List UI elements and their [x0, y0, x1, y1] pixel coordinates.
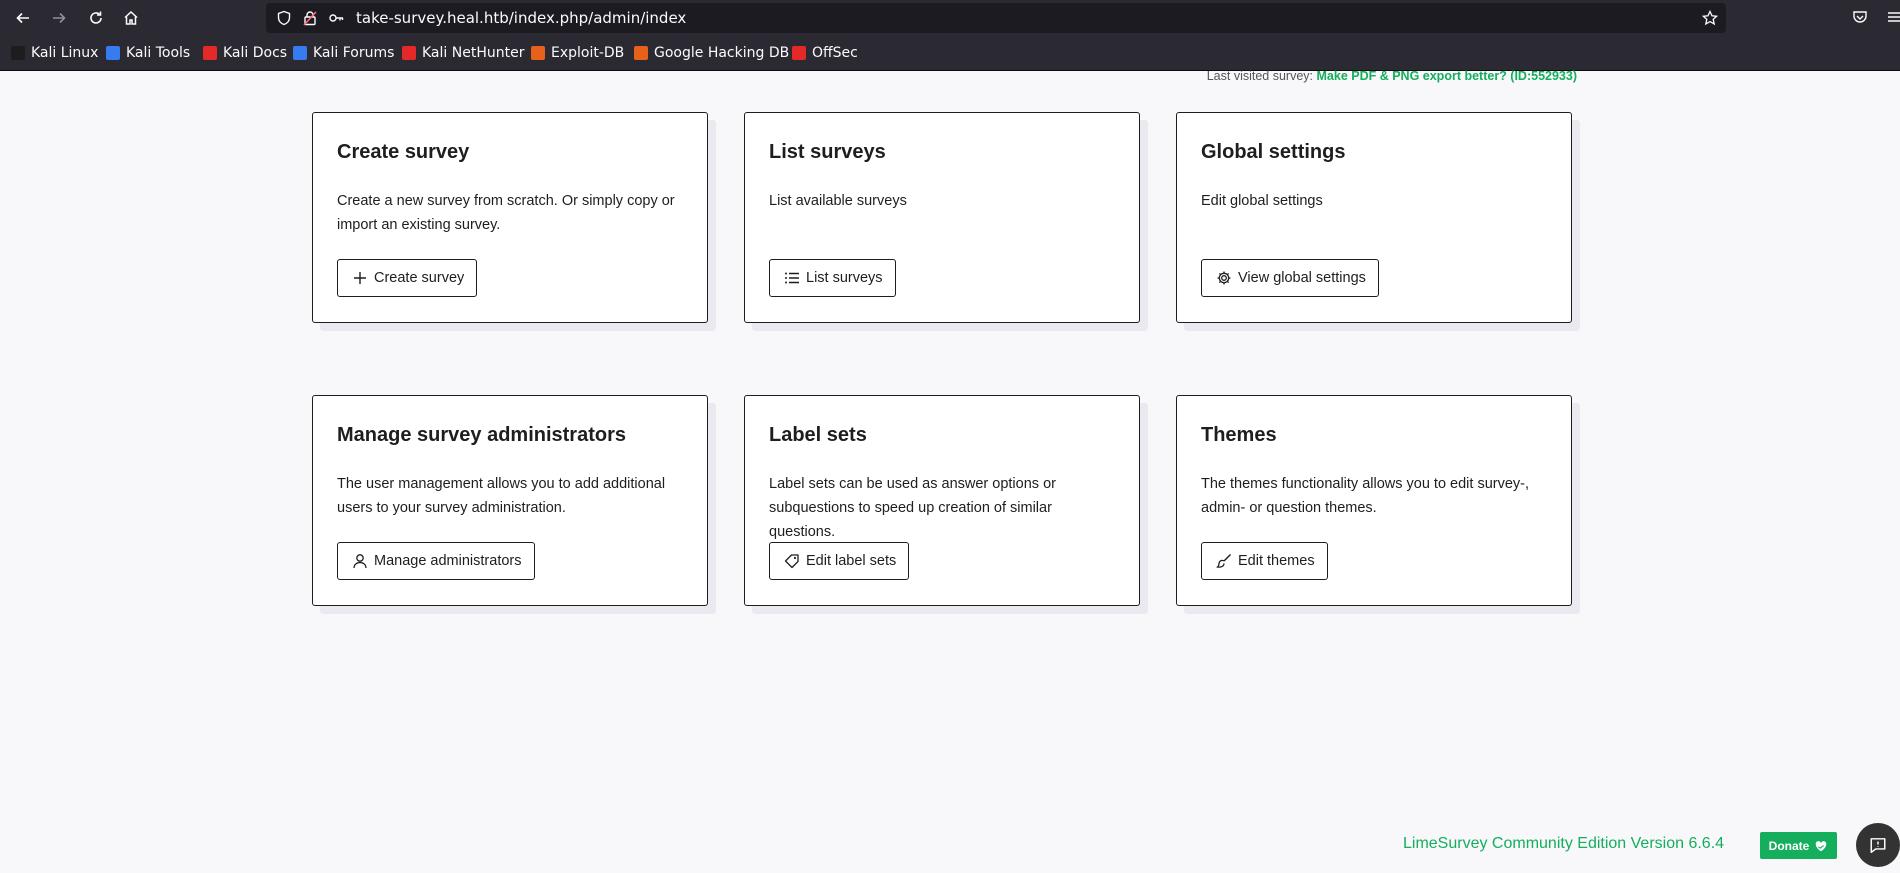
- user-icon: [352, 553, 368, 569]
- exploit-db-icon: [531, 46, 545, 60]
- bookmark-kali-nethunter[interactable]: Kali NetHunter: [402, 45, 524, 61]
- card-list-surveys: List surveys List available surveys List…: [744, 112, 1140, 323]
- tag-icon: [784, 553, 800, 569]
- pocket-icon[interactable]: [1852, 9, 1868, 25]
- card-title: Themes: [1201, 424, 1277, 446]
- bookmark-star-icon[interactable]: [1702, 10, 1718, 26]
- heart-hand-icon: [1816, 840, 1827, 851]
- gear-icon: [1216, 270, 1232, 286]
- back-icon[interactable]: [11, 6, 35, 30]
- last-visited-label: Last visited survey:: [1206, 69, 1314, 83]
- bookmark-kali-linux[interactable]: Kali Linux: [11, 45, 98, 61]
- card-description: Edit global settings: [1201, 193, 1323, 209]
- home-icon[interactable]: [119, 6, 143, 30]
- url-bar[interactable]: take-survey.heal.htb/index.php/admin/ind…: [266, 3, 1726, 33]
- bookmark-offsec[interactable]: OffSec: [792, 45, 858, 61]
- chat-icon: [1870, 838, 1886, 854]
- offsec-icon: [792, 46, 806, 60]
- edit-label-sets-button[interactable]: Edit label sets: [769, 542, 910, 580]
- browser-toolbar: take-survey.heal.htb/index.php/admin/ind…: [0, 0, 1900, 36]
- card-title: Label sets: [769, 424, 867, 446]
- list-icon: [784, 270, 800, 286]
- plus-icon: [352, 270, 368, 286]
- google-hacking-db-icon: [634, 46, 648, 60]
- bookmark-kali-forums[interactable]: Kali Forums: [293, 45, 394, 61]
- forward-icon[interactable]: [47, 6, 71, 30]
- card-title: List surveys: [769, 141, 886, 163]
- card-description: Label sets can be used as answer options…: [769, 476, 1056, 540]
- bookmark-kali-docs[interactable]: Kali Docs: [203, 45, 287, 61]
- kali-forums-icon: [293, 46, 307, 60]
- card-title: Create survey: [337, 141, 470, 163]
- card-manage-administrators: Manage survey administrators The user ma…: [312, 395, 708, 606]
- key-icon[interactable]: [328, 10, 344, 26]
- manage-administrators-button[interactable]: Manage administrators: [337, 542, 535, 580]
- bookmark-kali-tools[interactable]: Kali Tools: [106, 45, 190, 61]
- kali-dragon-icon: [11, 46, 25, 60]
- bookmark-exploit-db[interactable]: Exploit-DB: [531, 45, 624, 61]
- card-themes: Themes The themes functionality allows y…: [1176, 395, 1572, 606]
- reload-icon[interactable]: [84, 6, 108, 30]
- brush-icon: [1216, 553, 1232, 569]
- bookmarks-bar: Kali Linux Kali Tools Kali Docs Kali For…: [0, 36, 1900, 71]
- view-global-settings-button[interactable]: View global settings: [1201, 259, 1379, 297]
- card-description: List available surveys: [769, 193, 907, 209]
- card-label-sets: Label sets Label sets can be used as ans…: [744, 395, 1140, 606]
- feedback-chat-button[interactable]: [1856, 823, 1900, 867]
- card-title: Global settings: [1201, 141, 1346, 163]
- url-text[interactable]: take-survey.heal.htb/index.php/admin/ind…: [356, 9, 686, 27]
- card-description: Create a new survey from scratch. Or sim…: [337, 193, 675, 233]
- card-create-survey: Create survey Create a new survey from s…: [312, 112, 708, 323]
- last-visited-survey: Last visited survey: Make PDF & PNG expo…: [1207, 69, 1577, 83]
- kali-docs-icon: [203, 46, 217, 60]
- kali-tools-icon: [106, 46, 120, 60]
- edit-themes-button[interactable]: Edit themes: [1201, 542, 1328, 580]
- card-description: The user management allows you to add ad…: [337, 476, 666, 516]
- version-label[interactable]: LimeSurvey Community Edition Version 6.6…: [1403, 835, 1724, 853]
- card-title: Manage survey administrators: [337, 424, 626, 446]
- menu-icon[interactable]: [1886, 9, 1900, 25]
- donate-button[interactable]: Donate: [1760, 832, 1837, 859]
- bookmark-google-hacking-db[interactable]: Google Hacking DB: [634, 45, 789, 61]
- create-survey-button[interactable]: Create survey: [337, 259, 478, 297]
- card-description: The themes functionality allows you to e…: [1201, 476, 1530, 516]
- list-surveys-button[interactable]: List surveys: [769, 259, 896, 297]
- kali-nethunter-icon: [402, 46, 416, 60]
- insecure-lock-icon[interactable]: [302, 10, 318, 26]
- card-global-settings: Global settings Edit global settings Vie…: [1176, 112, 1572, 323]
- last-visited-link[interactable]: Make PDF & PNG export better? (ID:552933…: [1317, 69, 1578, 83]
- shield-icon[interactable]: [276, 10, 292, 26]
